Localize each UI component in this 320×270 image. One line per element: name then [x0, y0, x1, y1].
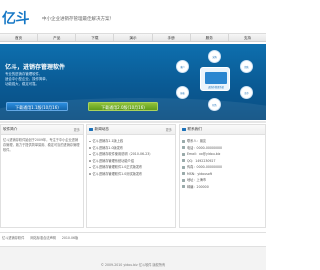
- footer-link[interactable]: 2010.06版: [62, 236, 78, 240]
- site-footer: © 2009-2010 yidou.biz 亿斗软件 版权所有: [0, 246, 266, 270]
- diagram-center-label: 进销存管理系统: [207, 86, 225, 89]
- news-list: 亿斗进销存1.1版上线 亿斗进销存1.0版发布 亿斗进销存软件使用说明（2010…: [87, 135, 175, 180]
- bullet-icon: [89, 147, 91, 149]
- msn-icon: [182, 172, 185, 176]
- hero-banner: 亿斗，进销存管理软件 专业的进销存管理软件， 适合中小型企业，操作简单， 功能强…: [0, 44, 266, 120]
- footer-link[interactable]: 网站标准合法声明: [30, 236, 56, 240]
- about-panel: 软件简介 更多 亿斗进销存软件始创于2009年，专注于中小企业进销存管理，致力于…: [0, 124, 84, 228]
- download-v1-button[interactable]: 下载通用1.1版(10月16): [6, 102, 68, 111]
- about-more-link[interactable]: 更多: [74, 125, 80, 135]
- news-heading: 新闻动态: [94, 127, 109, 131]
- nav-item-download[interactable]: 下载: [76, 34, 115, 41]
- system-diagram: 采购 销售 库存 财务 报表 客户 进销存管理系统: [170, 48, 264, 114]
- about-panel-header: 软件简介 更多: [1, 125, 83, 135]
- site-logo[interactable]: 亿斗: [2, 11, 30, 27]
- diagram-node: 报表: [176, 86, 189, 99]
- diagram-center: 进销存管理系统: [200, 67, 230, 91]
- monitor-icon: [205, 72, 227, 84]
- about-text: 亿斗进销存软件始创于2009年，专注于中小企业进销存管理，致力于提供简单易用、稳…: [3, 138, 80, 152]
- nav-item-products[interactable]: 产品: [38, 34, 77, 41]
- qq-icon: [182, 159, 185, 163]
- fax-icon: [182, 165, 185, 169]
- contact-row: 邮编：200000: [182, 184, 263, 191]
- copyright-text: © 2009-2010 yidou.biz 亿斗软件 版权所有: [100, 263, 166, 267]
- zip-icon: [182, 185, 185, 189]
- site-slogan: 中小企业进销存管理最佳解决方案！: [42, 17, 114, 22]
- diagram-node: 采购: [208, 50, 221, 63]
- bullet-icon: [89, 140, 91, 142]
- nav-item-demo[interactable]: 演示: [114, 34, 153, 41]
- download-v2-button[interactable]: 下载通用2.0版(10月16): [88, 102, 158, 111]
- diagram-node: 财务: [208, 98, 221, 111]
- news-item[interactable]: 亿斗进销存管理软件1.0测试版发布: [89, 171, 173, 178]
- nav-item-home[interactable]: 首页: [0, 34, 39, 41]
- news-item-title: 亿斗进销存管理软件1.0测试版发布: [92, 171, 143, 176]
- email-icon: [182, 152, 185, 156]
- nav-item-service[interactable]: 服务: [191, 34, 229, 41]
- diagram-node: 销售: [240, 60, 253, 73]
- site-header: 亿斗 中小企业进销存管理最佳解决方案！: [0, 0, 266, 32]
- news-panel-header: 新闻动态 更多: [87, 125, 175, 135]
- diagram-node: 库存: [240, 86, 253, 99]
- about-heading: 软件简介: [3, 127, 18, 131]
- contact-panel: 联系我们 联系人：朋友 电话：0000-00000000 Email：xx@yi…: [179, 124, 266, 228]
- contact-list: 联系人：朋友 电话：0000-00000000 Email：xx@yidou.b…: [180, 135, 265, 193]
- links-bar: 亿斗进销存软件 网站标准合法声明 2010.06版: [0, 232, 266, 242]
- address-icon: [182, 178, 185, 182]
- person-icon: [182, 139, 185, 143]
- contact-panel-header: 联系我们: [180, 125, 265, 135]
- bullet-icon: [89, 173, 91, 175]
- news-icon: [89, 127, 93, 132]
- divider: [0, 121, 266, 123]
- phone-icon: [182, 146, 185, 150]
- nav-item-manual[interactable]: 手册: [153, 34, 191, 41]
- main-nav: 首页 产品 下载 演示 手册 服务 支持: [0, 33, 266, 42]
- news-panel: 新闻动态 更多 亿斗进销存1.1版上线 亿斗进销存1.0版发布 亿斗进销存软件使…: [86, 124, 176, 228]
- banner-title: 亿斗，进销存管理软件: [5, 64, 66, 71]
- footer-link[interactable]: 亿斗进销存软件: [2, 236, 24, 240]
- contact-icon: [182, 127, 186, 132]
- contact-heading: 联系我们: [187, 127, 202, 131]
- news-more-link[interactable]: 更多: [166, 125, 172, 135]
- nav-item-support[interactable]: 支持: [229, 34, 266, 41]
- diagram-node: 客户: [176, 60, 189, 73]
- bullet-icon: [89, 166, 91, 168]
- logo-text: 亿斗: [2, 11, 30, 27]
- contact-value: 邮编：200000: [187, 184, 209, 189]
- bullet-icon: [89, 160, 91, 162]
- banner-line: 功能强大，稳定可靠。: [5, 82, 39, 86]
- bullet-icon: [89, 153, 91, 155]
